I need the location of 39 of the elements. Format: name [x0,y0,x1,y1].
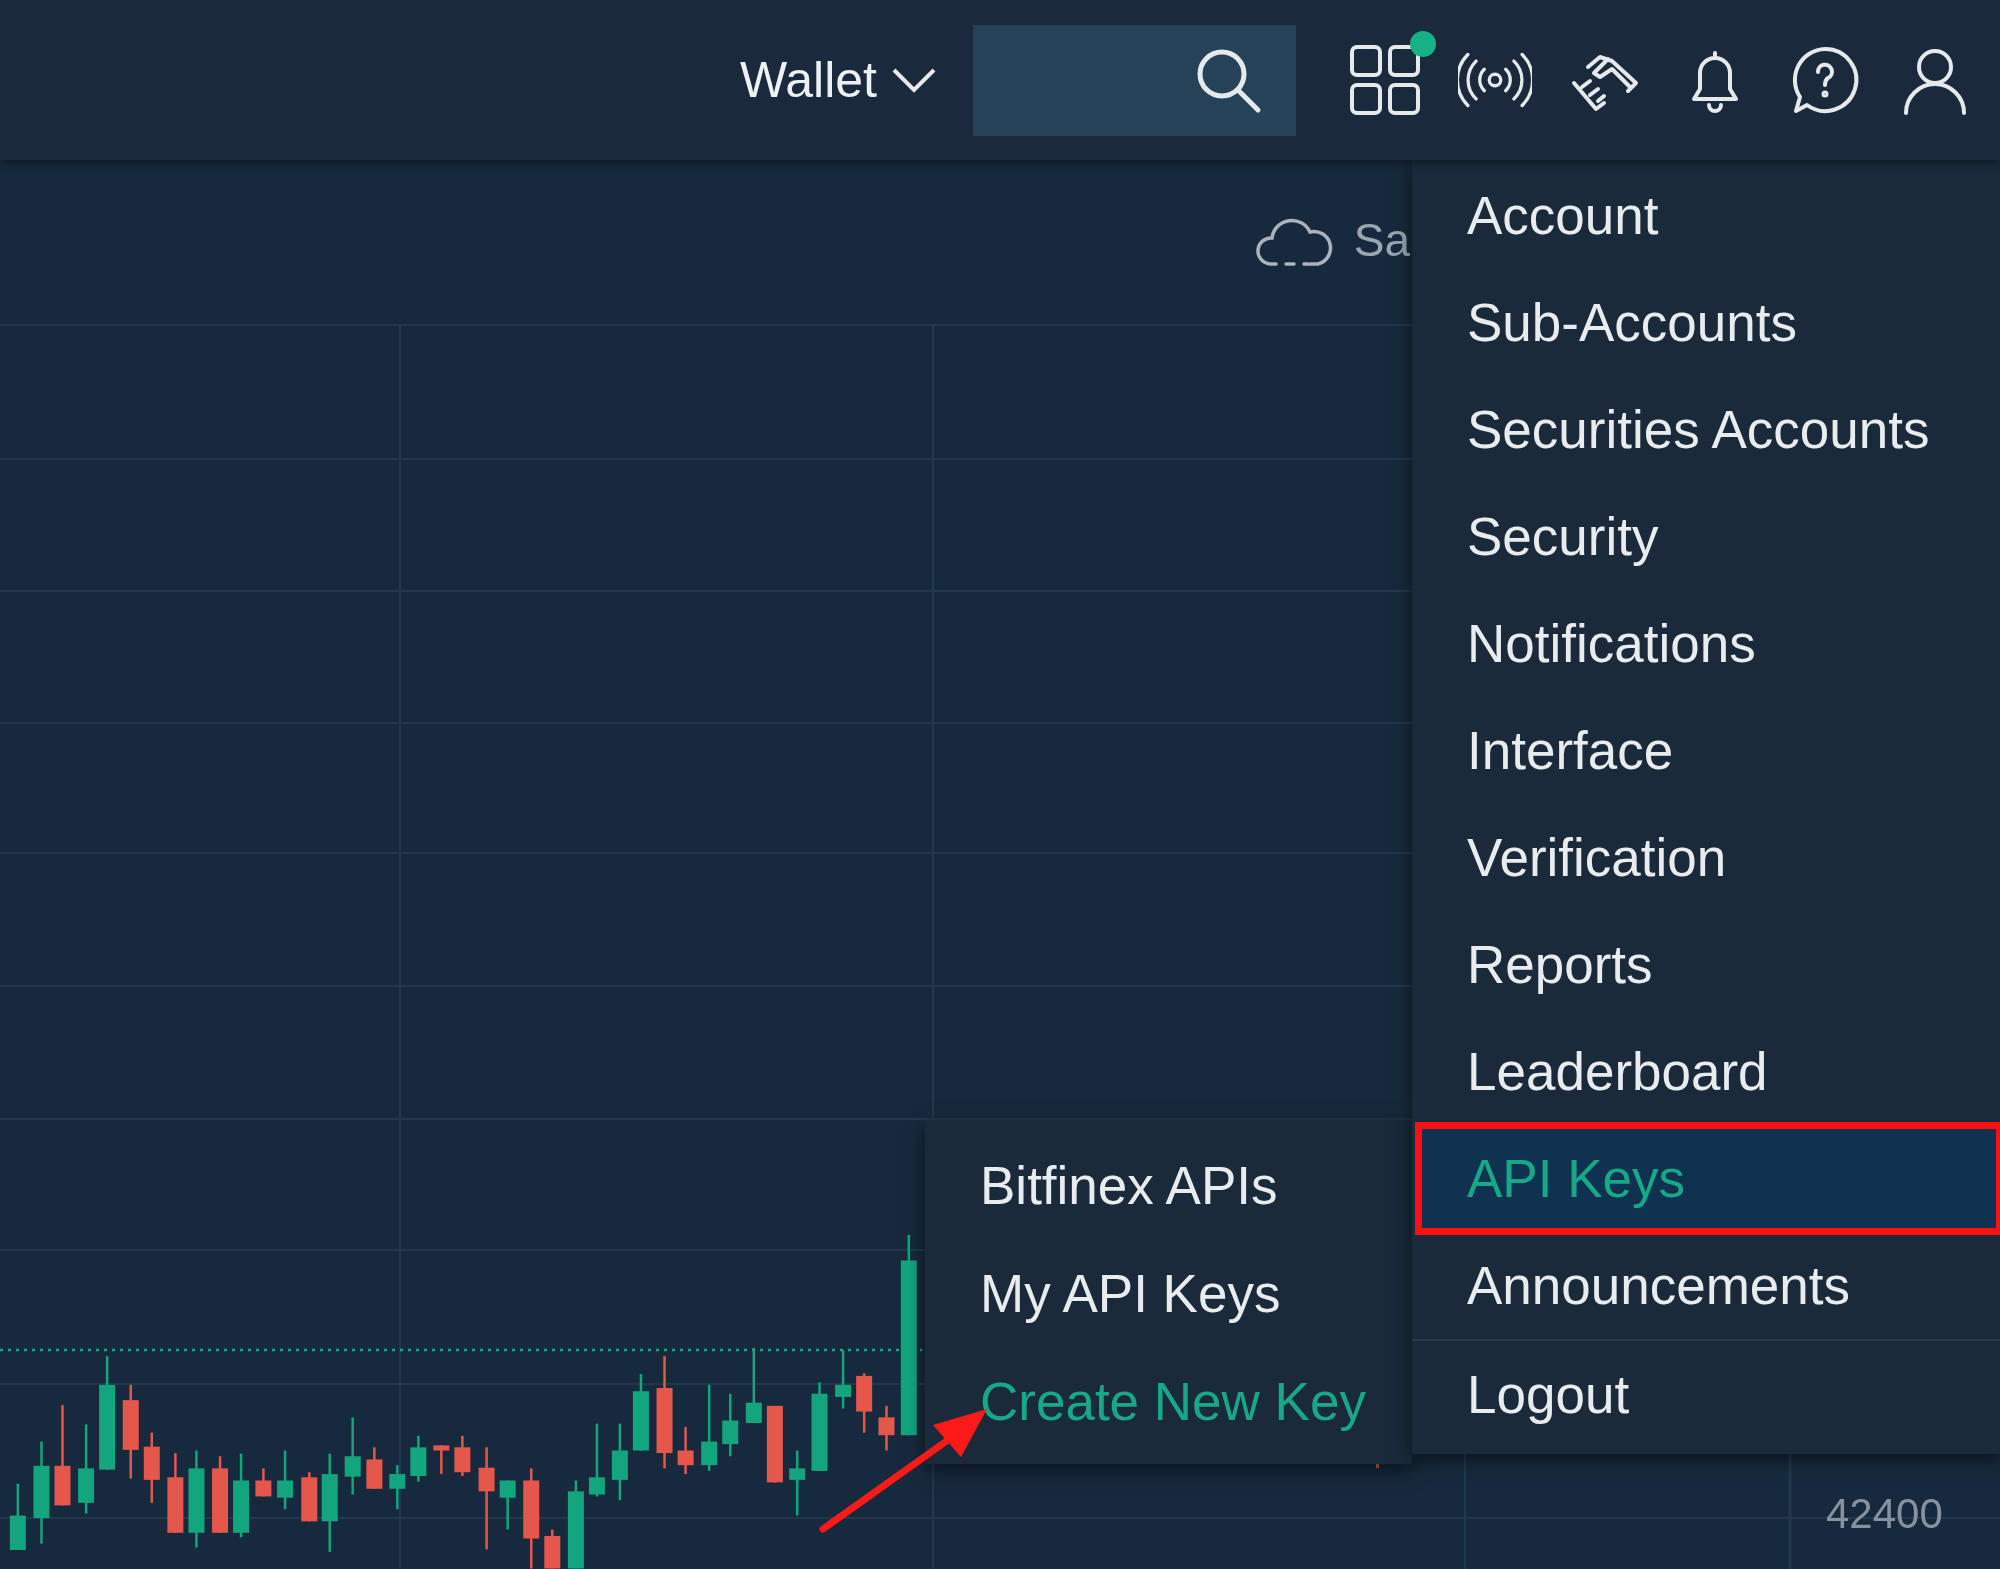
menu-item[interactable]: My API Keys [925,1240,1412,1348]
candle [366,1447,383,1489]
menu-item[interactable]: Account [1412,162,2000,269]
menu-item[interactable]: Security [1412,483,2000,590]
apps-icon[interactable] [1348,43,1422,117]
save-button[interactable]: Sa [1253,212,1410,268]
menu-item[interactable]: Notifications [1412,590,2000,697]
menu-item[interactable]: Bitfinex APIs [925,1132,1412,1240]
candle [722,1393,739,1457]
wallet-menu[interactable]: Wallet [733,51,943,109]
menu-item[interactable]: Announcements [1412,1232,2000,1339]
candle [277,1450,294,1510]
candle [878,1405,895,1451]
candle [143,1432,160,1503]
candle [389,1465,406,1510]
menu-item[interactable]: Sub-Accounts [1412,269,2000,376]
candle [499,1480,516,1530]
candle [677,1426,694,1475]
candle [9,1483,26,1550]
candle [454,1435,471,1476]
candle [433,1445,450,1475]
caret-icon [891,67,937,93]
candle [255,1468,272,1497]
menu-item[interactable]: Create New Key [925,1348,1412,1456]
price-axis-label: 42400 [1826,1490,1943,1538]
menu-item[interactable]: Logout [1412,1339,2000,1446]
candle [410,1435,427,1482]
menu-item[interactable]: API Keys [1418,1125,2000,1232]
menu-item[interactable]: Interface [1412,697,2000,804]
candle [835,1350,852,1409]
candle [544,1529,561,1569]
candle [789,1450,806,1516]
menu-item[interactable]: Verification [1412,804,2000,911]
menu-item[interactable]: Reports [1412,911,2000,1018]
menu-item[interactable]: Securities Accounts [1412,376,2000,483]
candle [856,1373,873,1433]
menu-item[interactable]: Leaderboard [1412,1018,2000,1125]
candle [301,1472,318,1522]
search-field[interactable] [973,24,1296,136]
